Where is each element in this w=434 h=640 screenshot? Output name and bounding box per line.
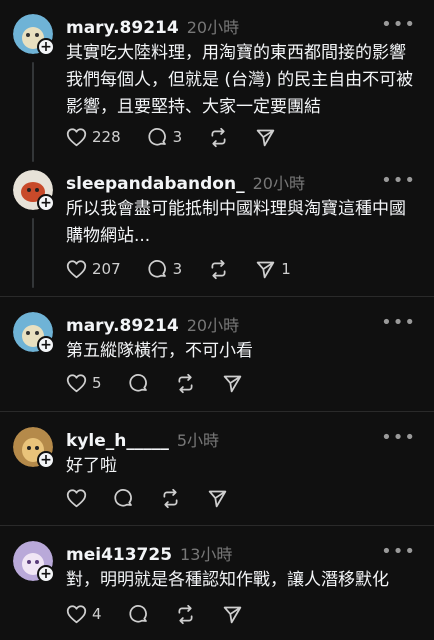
more-options-icon[interactable]: ••• (381, 170, 416, 191)
username[interactable]: mei413725 13小時 (66, 541, 232, 565)
comment-icon (128, 373, 147, 391)
repost-icon (163, 488, 178, 508)
follow-plus-icon[interactable]: + (37, 194, 55, 212)
username[interactable]: mary.89214 20小時 (66, 312, 239, 336)
like-count: 207 (92, 260, 121, 278)
comment-icon (148, 127, 166, 145)
send-icon (223, 375, 241, 392)
divider (0, 296, 434, 297)
heart-icon (66, 260, 87, 279)
more-options-icon[interactable]: ••• (381, 14, 416, 35)
divider (0, 525, 434, 526)
heart-icon (66, 605, 87, 624)
share-button[interactable] (222, 373, 243, 394)
share-button[interactable] (255, 127, 276, 148)
repost-icon (211, 259, 226, 279)
like-button[interactable]: 207 (66, 259, 121, 279)
comment-icon (114, 488, 132, 506)
reply-count: 3 (172, 128, 183, 146)
repost-icon (211, 127, 226, 147)
reply-count: 3 (172, 260, 183, 278)
post-text: 第五縱隊橫行，不可小看 (66, 341, 253, 361)
follow-plus-icon[interactable]: + (37, 38, 55, 56)
action-bar (66, 486, 254, 510)
timestamp: 20小時 (186, 18, 240, 37)
reply-button[interactable] (128, 373, 149, 394)
like-button[interactable]: 228 (66, 127, 121, 147)
follow-plus-icon[interactable]: + (37, 565, 55, 583)
thread-line (32, 218, 34, 288)
repost-button[interactable] (208, 259, 229, 280)
share-count: 1 (281, 260, 291, 278)
username[interactable]: sleepandabandon_ 20小時 (66, 170, 305, 194)
timestamp: 20小時 (186, 316, 240, 335)
reply-button[interactable] (128, 604, 149, 625)
timestamp: 20小時 (252, 174, 305, 193)
action-bar: 228 3 (66, 125, 302, 149)
post-text: 其實吃大陸料理，用淘寶的東西都間接的影響我們每個人，但就是 (台灣) 的民主自由… (66, 43, 414, 117)
share-button[interactable] (207, 488, 228, 509)
action-bar: 4 (66, 602, 269, 626)
username[interactable]: kyle_h_____ 5小時 (66, 427, 219, 451)
post-text: 所以我會盡可能抵制中國料理與淘寶這種中國購物網站... (66, 199, 406, 246)
reply-button[interactable]: 3 (147, 127, 183, 148)
heart-icon (66, 489, 87, 508)
send-icon (256, 129, 275, 146)
repost-icon (178, 373, 193, 393)
username[interactable]: mary.89214 20小時 (66, 14, 239, 38)
post-text: 對，明明就是各種認知作戰，讓人潛移默化 (66, 570, 389, 590)
like-count: 228 (92, 128, 121, 146)
more-options-icon[interactable]: ••• (381, 312, 416, 333)
more-options-icon[interactable]: ••• (381, 541, 416, 562)
reply-button[interactable]: 3 (147, 259, 183, 280)
repost-button[interactable] (208, 127, 229, 148)
heart-icon (66, 374, 87, 393)
send-icon (223, 606, 241, 623)
repost-button[interactable] (160, 488, 181, 509)
like-button[interactable] (66, 488, 87, 508)
like-button[interactable]: 5 (66, 373, 102, 393)
heart-icon (66, 128, 87, 147)
share-button[interactable] (222, 604, 243, 625)
repost-button[interactable] (175, 373, 196, 394)
like-count: 5 (92, 374, 102, 392)
timestamp: 5小時 (176, 431, 220, 450)
like-count: 4 (92, 605, 102, 623)
action-bar: 5 (66, 371, 269, 395)
share-button[interactable]: 1 (255, 259, 291, 280)
post-text: 好了啦 (66, 456, 117, 476)
action-bar: 207 3 1 (66, 257, 317, 281)
send-icon (256, 261, 275, 278)
like-button[interactable]: 4 (66, 604, 102, 624)
send-icon (208, 490, 227, 507)
reply-button[interactable] (113, 488, 134, 509)
comment-icon (128, 604, 147, 622)
thread-line (32, 62, 34, 162)
repost-button[interactable] (175, 604, 196, 625)
follow-plus-icon[interactable]: + (37, 451, 55, 469)
comment-icon (148, 259, 166, 277)
follow-plus-icon[interactable]: + (37, 336, 55, 354)
repost-icon (178, 604, 193, 624)
more-options-icon[interactable]: ••• (381, 427, 416, 448)
timestamp: 13小時 (180, 545, 233, 564)
divider (0, 411, 434, 412)
